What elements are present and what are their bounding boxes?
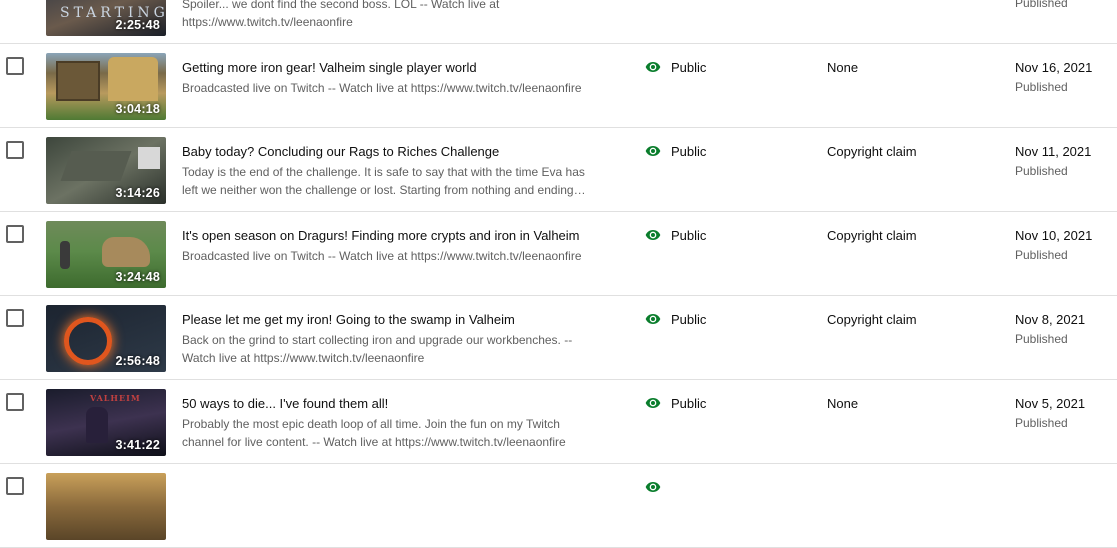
row-checkbox[interactable] (6, 309, 24, 327)
table-row[interactable]: 3:24:48 It's open season on Dragurs! Fin… (0, 212, 1117, 296)
restrictions-label[interactable]: Copyright claim (827, 228, 917, 243)
video-thumbnail[interactable]: 2:56:48 (46, 305, 166, 372)
duration-badge: 2:25:48 (115, 18, 160, 32)
duration-badge: 3:24:48 (115, 270, 160, 284)
publish-status: Published (1015, 164, 1068, 178)
eye-icon (645, 230, 661, 240)
eye-icon (645, 146, 661, 156)
video-description: Probably the most epic death loop of all… (182, 417, 566, 449)
video-title[interactable]: 50 ways to die... I've found them all! (182, 396, 388, 411)
visibility-label[interactable]: Public (671, 228, 706, 243)
table-row[interactable]: STARTING 2:25:48 Spoiler... we dont find… (0, 0, 1117, 44)
visibility-label[interactable]: Public (671, 60, 706, 75)
video-title[interactable]: Baby today? Concluding our Rags to Riche… (182, 144, 499, 159)
video-thumbnail[interactable]: 3:24:48 (46, 221, 166, 288)
duration-badge: 3:41:22 (115, 438, 160, 452)
duration-badge: 3:04:18 (115, 102, 160, 116)
video-description: Broadcasted live on Twitch -- Watch live… (182, 81, 582, 95)
restrictions-label[interactable]: Copyright claim (827, 144, 917, 159)
publish-date: Nov 10, 2021 (1015, 228, 1093, 243)
table-row[interactable]: VALHEIM 3:41:22 50 ways to die... I've f… (0, 380, 1117, 464)
table-row[interactable]: 3:04:18 Getting more iron gear! Valheim … (0, 44, 1117, 128)
publish-status: Published (1015, 416, 1068, 430)
video-title[interactable]: Getting more iron gear! Valheim single p… (182, 60, 477, 75)
eye-icon (645, 62, 661, 72)
video-title[interactable]: Please let me get my iron! Going to the … (182, 312, 515, 327)
video-description: Spoiler... we dont find the second boss.… (182, 0, 500, 29)
publish-date: Nov 16, 2021 (1015, 60, 1093, 75)
publish-date: Nov 8, 2021 (1015, 312, 1086, 327)
restrictions-label: None (827, 396, 859, 411)
restrictions-label: None (827, 60, 859, 75)
visibility-label[interactable]: Public (671, 396, 706, 411)
publish-status: Published (1015, 332, 1068, 346)
publish-status: Published (1015, 80, 1068, 94)
video-thumbnail[interactable]: 3:04:18 (46, 53, 166, 120)
publish-status: Published (1015, 0, 1068, 10)
thumbnail-text: VALHEIM (90, 393, 141, 403)
publish-status: Published (1015, 248, 1068, 262)
eye-icon (645, 314, 661, 324)
row-checkbox[interactable] (6, 393, 24, 411)
publish-date: Nov 5, 2021 (1015, 396, 1086, 411)
video-thumbnail[interactable]: VALHEIM 3:41:22 (46, 389, 166, 456)
row-checkbox[interactable] (6, 141, 24, 159)
publish-date: Nov 11, 2021 (1015, 144, 1092, 159)
video-thumbnail[interactable]: STARTING 2:25:48 (46, 0, 166, 36)
table-row[interactable]: 2:56:48 Please let me get my iron! Going… (0, 296, 1117, 380)
video-title[interactable]: It's open season on Dragurs! Finding mor… (182, 228, 580, 243)
duration-badge: 3:14:26 (115, 186, 160, 200)
duration-badge: 2:56:48 (115, 354, 160, 368)
video-thumbnail[interactable]: 3:14:26 (46, 137, 166, 204)
visibility-label[interactable]: Public (671, 144, 706, 159)
eye-icon (645, 398, 661, 408)
row-checkbox[interactable] (6, 225, 24, 243)
video-thumbnail[interactable] (46, 473, 166, 540)
visibility-label[interactable]: Public (671, 312, 706, 327)
table-row[interactable]: 3:14:26 Baby today? Concluding our Rags … (0, 128, 1117, 212)
restrictions-label[interactable]: Copyright claim (827, 312, 917, 327)
row-checkbox[interactable] (6, 57, 24, 75)
table-row[interactable] (0, 464, 1117, 548)
video-description: Today is the end of the challenge. It is… (182, 165, 586, 197)
eye-icon (645, 482, 661, 492)
video-description: Broadcasted live on Twitch -- Watch live… (182, 249, 582, 263)
video-description: Back on the grind to start collecting ir… (182, 333, 573, 365)
row-checkbox[interactable] (6, 477, 24, 495)
